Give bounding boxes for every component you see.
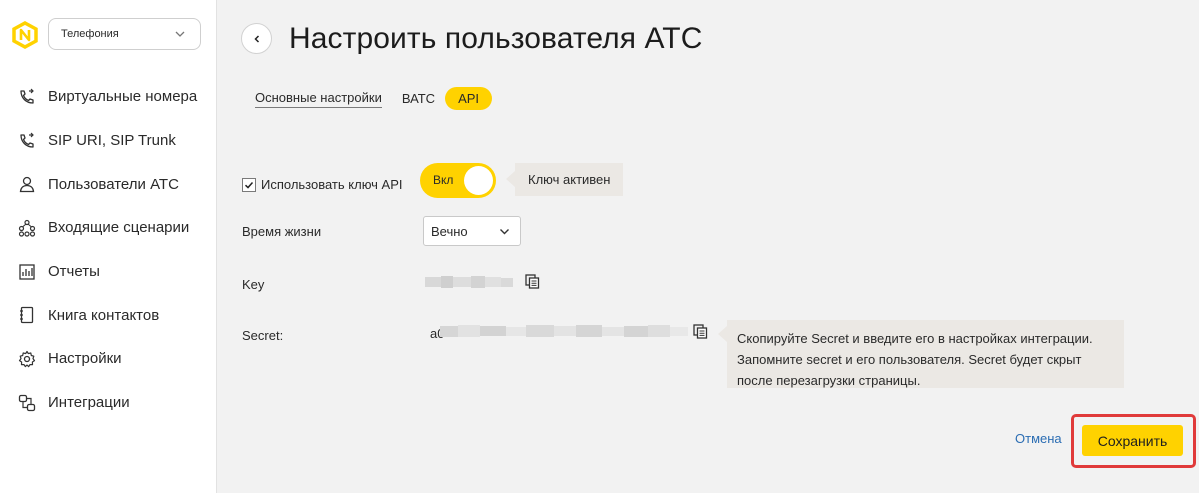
secret-label: Secret:	[242, 328, 284, 343]
phone-forward-icon	[18, 88, 36, 106]
checkbox-box[interactable]	[242, 177, 256, 192]
sidebar-item-virtual-numbers[interactable]: Виртуальные номера	[0, 75, 216, 119]
gear-icon	[18, 350, 36, 368]
sidebar-item-label: Интеграции	[48, 394, 130, 412]
tab-vats[interactable]: ВАТС	[402, 91, 435, 106]
sidebar-item-label: Входящие сценарии	[48, 219, 190, 237]
sidebar-item-label: Настройки	[48, 350, 122, 368]
tabs: Основные настройки ВАТС API	[255, 87, 493, 110]
chevron-down-icon	[175, 31, 185, 37]
sidebar-item-reports[interactable]: Отчеты	[0, 250, 216, 294]
sidebar-item-label: Виртуальные номера	[48, 88, 198, 106]
masked-secret-value	[440, 325, 688, 337]
sidebar-item-sip[interactable]: SIP URI, SIP Trunk	[0, 119, 216, 163]
user-icon	[18, 175, 36, 193]
integrations-icon	[18, 394, 36, 412]
report-chart-icon	[18, 263, 36, 281]
chevron-left-icon	[253, 34, 259, 43]
toggle-label: Вкл	[433, 173, 454, 187]
lifetime-label: Время жизни	[242, 224, 322, 239]
api-key-toggle[interactable]: Вкл	[420, 163, 496, 198]
copy-secret-icon[interactable]	[693, 324, 708, 339]
phone-forward-icon	[18, 132, 36, 150]
key-label: Key	[242, 277, 265, 292]
save-button[interactable]: Сохранить	[1082, 425, 1183, 456]
copy-key-icon[interactable]	[525, 274, 540, 289]
contact-book-icon	[18, 306, 36, 324]
sidebar-item-integrations[interactable]: Интеграции	[0, 381, 216, 425]
toggle-knob	[464, 166, 493, 195]
sidebar-item-incoming-scenarios[interactable]: Входящие сценарии	[0, 206, 216, 250]
page-title: Настроить пользователя АТС	[289, 22, 703, 55]
product-select[interactable]: Телефония	[48, 18, 201, 50]
sidebar: Телефония Виртуальные номера SIP URI, SI…	[0, 0, 217, 493]
brand-logo-icon	[12, 21, 38, 49]
chevron-down-icon	[500, 229, 509, 235]
flow-scheme-icon	[18, 219, 36, 237]
tab-api[interactable]: API	[445, 87, 493, 110]
main-content: Настроить пользователя АТС Основные наст…	[218, 0, 1199, 493]
secret-hint: Скопируйте Secret и введите его в настро…	[718, 320, 1124, 388]
toggle-status-hint: Ключ активен	[505, 163, 624, 196]
tab-main-settings[interactable]: Основные настройки	[255, 90, 382, 108]
sidebar-item-label: Книга контактов	[48, 306, 160, 324]
sidebar-item-label: Отчеты	[48, 263, 100, 281]
sidebar-nav: Виртуальные номера SIP URI, SIP Trunk По…	[0, 75, 216, 425]
lifetime-select[interactable]: Вечно	[423, 216, 521, 246]
sidebar-item-contact-book[interactable]: Книга контактов	[0, 293, 216, 337]
use-api-key-label: Использовать ключ API	[261, 177, 403, 192]
checkmark-icon	[244, 181, 254, 189]
masked-key-value	[425, 276, 513, 288]
sidebar-item-label: Пользователи АТС	[48, 175, 179, 193]
product-select-value: Телефония	[61, 28, 119, 40]
cancel-link[interactable]: Отмена	[1015, 431, 1062, 446]
use-api-key-checkbox[interactable]: Использовать ключ API	[242, 177, 403, 192]
sidebar-item-label: SIP URI, SIP Trunk	[48, 132, 176, 150]
sidebar-item-settings[interactable]: Настройки	[0, 337, 216, 381]
back-button[interactable]	[241, 23, 272, 54]
sidebar-item-pbx-users[interactable]: Пользователи АТС	[0, 162, 216, 206]
lifetime-select-value: Вечно	[431, 223, 468, 239]
